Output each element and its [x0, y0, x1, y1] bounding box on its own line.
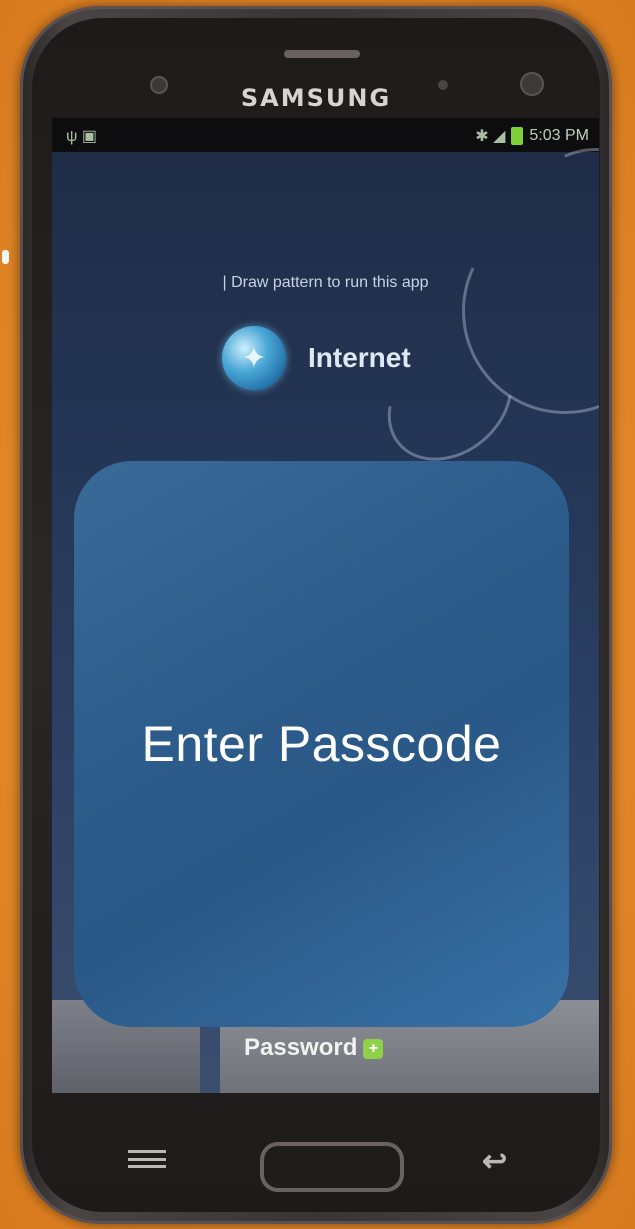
status-right: ✱ ◢ 5:03 PM — [475, 126, 589, 146]
status-time: 5:03 PM — [529, 127, 589, 144]
enter-passcode-overlay[interactable]: Enter Passcode — [74, 461, 569, 1027]
status-bar: ψ ▣ ✱ ◢ 5:03 PM — [52, 118, 599, 152]
front-camera-icon — [520, 72, 544, 96]
password-label: Password + — [244, 1034, 384, 1062]
app-name: Internet — [308, 342, 411, 373]
battery-icon — [511, 127, 524, 145]
camera-icon — [150, 76, 168, 94]
side-button — [2, 250, 9, 264]
back-icon[interactable]: ↩ — [482, 1144, 507, 1179]
plus-icon: + — [363, 1038, 384, 1059]
globe-icon: ✦ — [222, 326, 286, 390]
earpiece-speaker — [284, 50, 360, 58]
pattern-prompt: | Draw pattern to run this app — [222, 274, 429, 291]
overlay-title: Enter Passcode — [141, 716, 502, 772]
locked-app: ✦ Internet — [222, 326, 411, 390]
home-button[interactable] — [260, 1142, 404, 1192]
sensor-icon — [438, 80, 448, 90]
notification-icons: ψ ▣ — [66, 128, 97, 145]
hardware-nav-bar: ↩ — [52, 1120, 599, 1200]
signal-icon: ✱ ◢ — [475, 128, 506, 145]
menu-icon[interactable] — [128, 1150, 166, 1168]
